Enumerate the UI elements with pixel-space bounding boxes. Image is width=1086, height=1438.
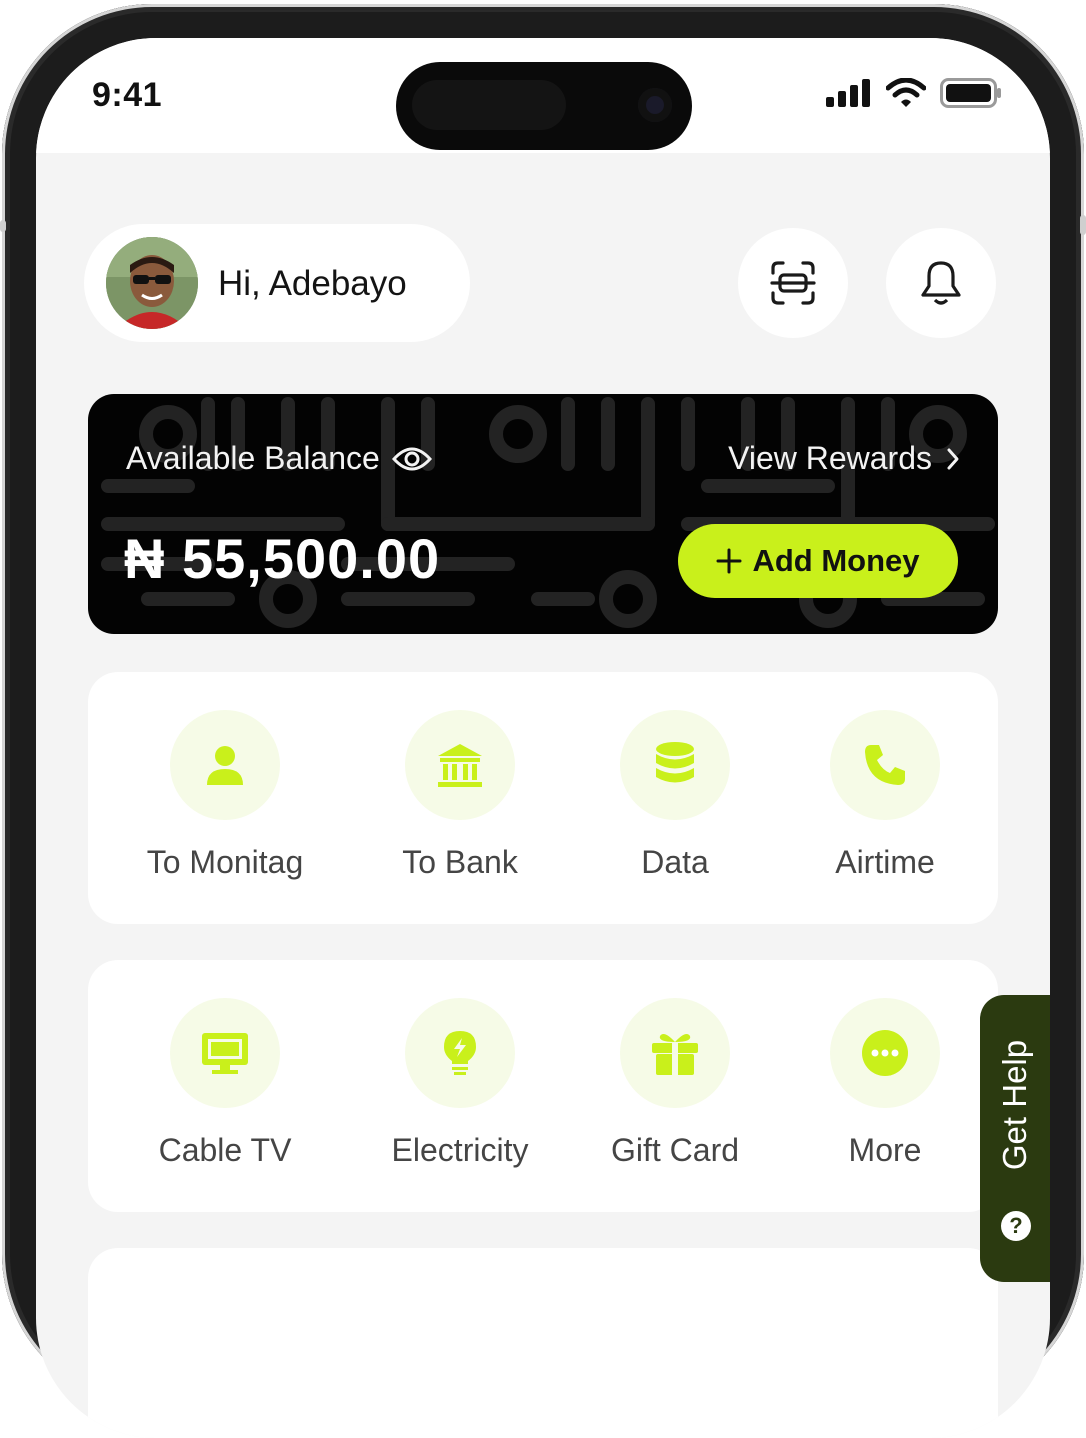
side-button [0, 220, 6, 232]
service-electricity[interactable]: Electricity [360, 960, 560, 1212]
view-rewards-label: View Rewards [728, 440, 932, 476]
service-label: Electricity [391, 1132, 529, 1168]
dynamic-island [396, 62, 692, 150]
service-gift-card[interactable]: Gift Card [575, 960, 775, 1212]
side-button [1080, 215, 1086, 235]
bell-icon [921, 261, 961, 305]
get-help-label: Get Help [996, 1039, 1033, 1171]
service-airtime[interactable]: Airtime [785, 672, 985, 924]
service-to-monitag[interactable]: To Monitag [125, 672, 325, 924]
app-screen: 9:41 Hi, Adebayo Available Balance View … [36, 38, 1050, 1438]
notifications-button[interactable] [886, 228, 996, 338]
balance-card: Available Balance View Rewards ₦ 55,500.… [88, 394, 998, 634]
service-more[interactable]: More [785, 960, 985, 1212]
scan-button[interactable] [738, 228, 848, 338]
avatar[interactable] [106, 237, 198, 329]
eye-icon[interactable] [391, 445, 432, 473]
battery-icon [940, 78, 1001, 108]
service-data[interactable]: Data [575, 672, 775, 924]
chevron-right-icon [947, 448, 959, 469]
service-label: Cable TV [158, 1132, 292, 1168]
add-money-button[interactable]: Add Money [678, 524, 958, 598]
question-icon: ? [1001, 1211, 1031, 1241]
service-to-bank[interactable]: To Bank [360, 672, 560, 924]
phone-icon [865, 745, 905, 785]
camera-icon [638, 88, 672, 122]
card-pattern [101, 397, 995, 628]
service-cable-tv[interactable]: Cable TV [125, 960, 325, 1212]
balance-label-row: Available Balance [126, 440, 432, 477]
signal-icon [826, 79, 870, 107]
bank-icon [438, 744, 482, 787]
gift-icon [652, 1034, 698, 1075]
wifi-icon [886, 78, 926, 107]
bill-services-card: Cable TV Electricity Gift Card More [88, 960, 998, 1212]
service-label: More [848, 1132, 922, 1168]
status-time: 9:41 [92, 76, 163, 114]
plus-icon [716, 548, 742, 574]
transfer-services-card: To Monitag To Bank Data Airtime [88, 672, 998, 924]
service-label: Gift Card [610, 1132, 740, 1168]
status-bar: 9:41 [36, 38, 1050, 153]
balance-amount: ₦ 55,500.00 [124, 527, 441, 590]
add-money-label: Add Money [752, 543, 920, 578]
bulb-icon [444, 1031, 476, 1075]
greeting-text: Hi, Adebayo [218, 264, 407, 303]
service-label: To Monitag [146, 844, 304, 880]
scan-icon [770, 261, 816, 305]
get-help-tab[interactable]: Get Help ? [980, 995, 1050, 1282]
tv-icon [202, 1033, 248, 1074]
next-section-card [88, 1248, 998, 1438]
service-label: Airtime [835, 844, 935, 880]
service-label: Data [641, 844, 709, 880]
person-icon [207, 746, 243, 785]
database-icon [656, 742, 694, 783]
view-rewards-link[interactable]: View Rewards [728, 440, 960, 477]
service-label: To Bank [402, 844, 518, 880]
profile-greeting[interactable]: Hi, Adebayo [84, 224, 470, 342]
more-icon [862, 1030, 908, 1076]
balance-label: Available Balance [126, 440, 380, 476]
status-icons [826, 78, 1002, 108]
